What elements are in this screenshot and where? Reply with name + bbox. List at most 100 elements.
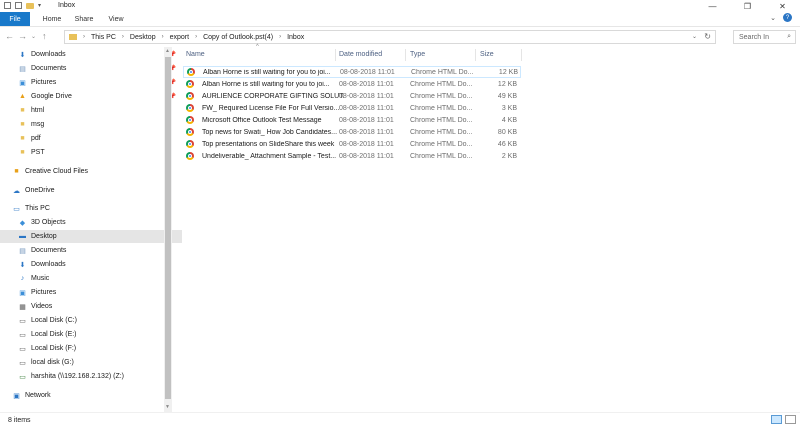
recent-locations-icon[interactable]: ⌄: [31, 33, 36, 40]
file-row[interactable]: FW_ Required License File For Full Versi…: [183, 102, 521, 114]
folder-icon: ■: [20, 135, 25, 142]
nav-item-3d-objects[interactable]: ◆ 3D Objects: [0, 216, 182, 229]
customize-toolbar-icon[interactable]: ▾: [38, 2, 41, 9]
nav-item-pdf[interactable]: ■ pdf: [0, 132, 182, 145]
nav-item-local-disk-c[interactable]: ▭ Local Disk (C:): [0, 314, 182, 327]
chevron-down-icon[interactable]: ⌄: [692, 33, 697, 40]
large-icons-view-icon[interactable]: [785, 415, 796, 424]
nav-item-label: This PC: [25, 205, 50, 212]
column-headers: ^ Name Date modified Type Size: [180, 44, 800, 63]
chrome-html-file-icon: [186, 80, 194, 88]
details-view-icon[interactable]: [771, 415, 782, 424]
file-name: Top presentations on SlideShare this wee…: [202, 140, 335, 148]
chevron-right-icon[interactable]: ›: [162, 34, 164, 40]
nav-item-local-disk-g[interactable]: ▭ local disk (G:): [0, 356, 182, 369]
nav-item-documents-pc[interactable]: ▤ Documents: [0, 244, 182, 257]
refresh-icon[interactable]: ↻: [704, 32, 711, 41]
file-row[interactable]: Microsoft Office Outlook Test Message 08…: [183, 114, 521, 126]
up-arrow-icon[interactable]: ↑: [42, 31, 47, 41]
column-header-date[interactable]: Date modified: [339, 51, 382, 58]
minimize-button[interactable]: —: [695, 0, 730, 12]
nav-item-google-drive[interactable]: ▲ Google Drive 📌: [0, 90, 182, 103]
nav-item-label: Pictures: [31, 289, 57, 296]
nav-item-downloads-pc[interactable]: ⬇ Downloads: [0, 258, 182, 271]
nav-item-label: Downloads: [31, 51, 66, 58]
nav-item-downloads[interactable]: ⬇ Downloads 📌: [0, 48, 182, 61]
column-divider[interactable]: [475, 49, 476, 61]
chrome-html-file-icon: [186, 116, 194, 124]
nav-item-documents[interactable]: ▤ Documents 📌: [0, 62, 182, 75]
nav-item-onedrive[interactable]: ☁ OneDrive: [0, 184, 176, 197]
nav-item-pictures-pc[interactable]: ▣ Pictures: [0, 286, 182, 299]
file-date: 08-08-2018 11:01: [339, 140, 394, 148]
search-icon: ⌕: [787, 33, 791, 40]
nav-item-videos[interactable]: ▦ Videos: [0, 300, 182, 313]
scroll-down-icon[interactable]: ▼: [165, 404, 170, 410]
expand-ribbon-icon[interactable]: ⌄: [770, 14, 776, 22]
breadcrumb-export[interactable]: export: [170, 34, 189, 41]
breadcrumb-inbox[interactable]: Inbox: [287, 34, 304, 41]
file-size: 4 KB: [501, 116, 517, 124]
properties-icon[interactable]: [15, 2, 22, 9]
tab-file[interactable]: File: [0, 12, 30, 26]
chrome-html-file-icon: [186, 92, 194, 100]
column-header-size[interactable]: Size: [480, 51, 494, 58]
file-type: Chrome HTML Do...: [411, 68, 474, 76]
nav-scrollbar[interactable]: ▲ ▼: [164, 47, 172, 412]
file-row[interactable]: Top presentations on SlideShare this wee…: [183, 138, 521, 150]
sort-ascending-icon: ^: [256, 44, 259, 50]
file-row[interactable]: Undeliverable_ Attachment Sample - Test.…: [183, 150, 521, 162]
file-row[interactable]: AURLIENCE CORPORATE GIFTING SOLUT... 08-…: [183, 90, 521, 102]
nav-item-creative-cloud[interactable]: ■ Creative Cloud Files: [0, 165, 176, 178]
file-date: 08-08-2018 11:01: [339, 152, 394, 160]
tab-home[interactable]: Home: [38, 12, 66, 26]
column-divider[interactable]: [521, 49, 522, 61]
chevron-right-icon[interactable]: ›: [279, 34, 281, 40]
download-arrow-icon: ⬇: [19, 261, 26, 269]
breadcrumb-copy-of-outlook[interactable]: Copy of Outlook.pst(4): [203, 34, 273, 41]
restore-button[interactable]: ❐: [730, 0, 765, 12]
nav-item-html[interactable]: ■ html: [0, 104, 182, 117]
nav-item-network-drive-z[interactable]: ▭ harshita (\\192.168.2.132) (Z:): [0, 370, 182, 383]
forward-arrow-icon[interactable]: →: [18, 31, 27, 41]
chevron-right-icon[interactable]: ›: [83, 34, 85, 40]
breadcrumb-desktop[interactable]: Desktop: [130, 34, 156, 41]
file-list: ^ Name Date modified Type Size Alban Hor…: [180, 44, 800, 412]
help-icon[interactable]: ?: [783, 13, 792, 22]
nav-item-desktop[interactable]: ▬ Desktop: [0, 230, 182, 243]
new-folder-icon[interactable]: [26, 2, 34, 9]
nav-item-local-disk-e[interactable]: ▭ Local Disk (E:): [0, 328, 182, 341]
nav-item-this-pc[interactable]: ▭ This PC: [0, 202, 176, 215]
chevron-right-icon[interactable]: ›: [195, 34, 197, 40]
nav-item-music[interactable]: ♪ Music: [0, 272, 182, 285]
tab-share[interactable]: Share: [71, 12, 97, 26]
address-bar[interactable]: › This PC › Desktop › export › Copy of O…: [64, 30, 716, 44]
tab-view[interactable]: View: [104, 12, 128, 26]
column-header-type[interactable]: Type: [410, 51, 425, 58]
chevron-right-icon[interactable]: ›: [122, 34, 124, 40]
nav-item-pictures[interactable]: ▣ Pictures 📌: [0, 76, 182, 89]
search-input[interactable]: Search In ⌕: [733, 30, 796, 44]
nav-item-local-disk-f[interactable]: ▭ Local Disk (F:): [0, 342, 182, 355]
breadcrumb-this-pc[interactable]: This PC: [91, 34, 116, 41]
save-icon[interactable]: [4, 2, 11, 9]
file-row[interactable]: Alban Horne is still waiting for you to …: [183, 66, 521, 78]
nav-item-label: Videos: [31, 303, 53, 310]
close-button[interactable]: ✕: [765, 0, 800, 12]
nav-item-label: msg: [31, 121, 45, 128]
back-arrow-icon[interactable]: ←: [5, 31, 14, 41]
file-size: 46 KB: [497, 140, 517, 148]
column-header-name[interactable]: Name: [186, 51, 205, 58]
nav-item-pst[interactable]: ■ PST: [0, 146, 182, 159]
file-row[interactable]: Top news for Swati_ How Job Candidates..…: [183, 126, 521, 138]
nav-item-network[interactable]: ▣ Network: [0, 389, 176, 402]
scrollbar-thumb[interactable]: [165, 57, 171, 399]
computer-icon: ▭: [13, 205, 20, 213]
column-divider[interactable]: [335, 49, 336, 61]
download-arrow-icon: ⬇: [19, 51, 26, 59]
column-divider[interactable]: [405, 49, 406, 61]
file-row[interactable]: Alban Horne is still waiting for you to …: [183, 78, 521, 90]
nav-item-msg[interactable]: ■ msg: [0, 118, 182, 131]
quick-access-toolbar: ▾: [4, 2, 41, 9]
scroll-up-icon[interactable]: ▲: [165, 48, 170, 54]
